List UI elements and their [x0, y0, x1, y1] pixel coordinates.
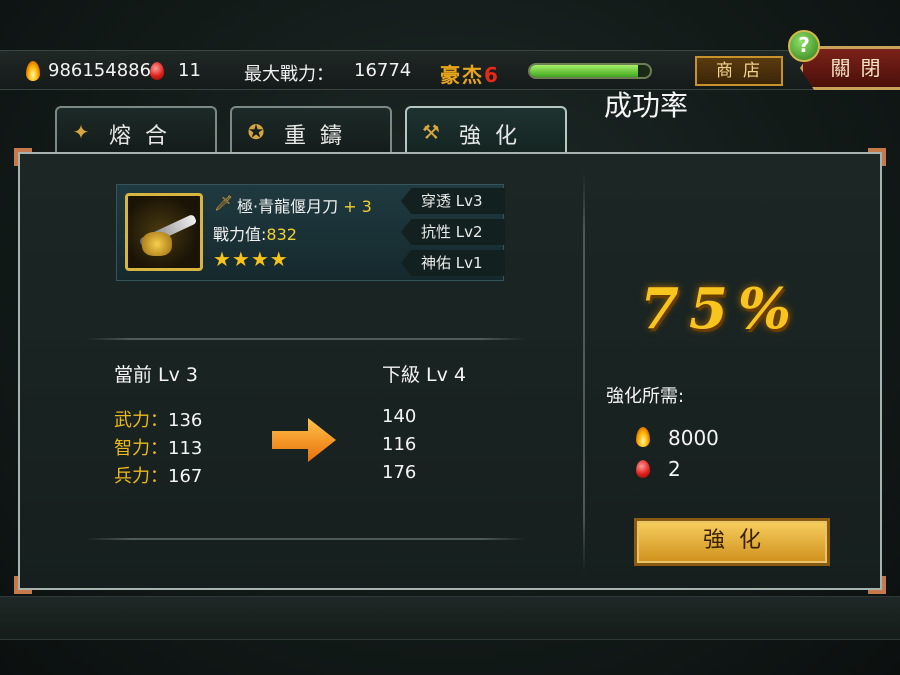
next-level-label: 下級 Lv 4 [382, 364, 466, 386]
exp-progress-fill [530, 65, 638, 77]
item-name-line: 極·青龍偃月刀 + 3 [237, 193, 372, 217]
rank-badge: 豪杰6 [440, 59, 500, 88]
attribute-penetration: 穿透 Lv3 [401, 188, 505, 214]
success-rate-value: 75% [640, 276, 802, 342]
star-rating: ★★★★ [213, 247, 289, 271]
tab-label: 熔合 [109, 124, 182, 149]
tab-fusion[interactable]: ✦ 熔合 [55, 106, 217, 156]
attribute-blessing: 神佑 Lv1 [401, 250, 505, 276]
attribute-resistance: 抗性 Lv2 [401, 219, 505, 245]
max-power-label: 最大戰力： [244, 64, 334, 85]
stat-name: 武力： [114, 410, 168, 431]
stat-name: 智力： [114, 438, 168, 459]
max-power-value: 16774 [354, 60, 412, 81]
gem-icon [150, 62, 164, 80]
stat-value: 113 [168, 438, 203, 459]
help-button[interactable]: ? [788, 30, 820, 62]
sword-icon: 🗡 [214, 194, 234, 212]
arrow-right-icon [272, 418, 336, 462]
corner-ornament [868, 576, 886, 594]
tab-enhance[interactable]: ⚒ 強化 [405, 106, 567, 154]
current-stat-troops: 兵力：167 [114, 462, 202, 488]
corner-ornament [14, 148, 32, 166]
enhance-button[interactable]: 強化 [634, 518, 830, 566]
rank-title: 豪杰 [440, 63, 484, 87]
gold-amount: 986154886 [48, 60, 152, 81]
next-stat-value: 116 [382, 434, 417, 455]
shop-button[interactable]: 商店 [695, 56, 783, 86]
required-gold: 8000 [668, 426, 719, 450]
current-stat-intellect: 智力：113 [114, 434, 202, 460]
fusion-icon: ✦ [72, 120, 90, 144]
requirements-label: 強化所需: [606, 386, 685, 407]
next-stat-value: 176 [382, 462, 417, 483]
exp-progress-bar [528, 63, 652, 79]
corner-ornament [14, 576, 32, 594]
stat-value: 136 [168, 410, 203, 431]
gold-flame-icon [26, 61, 40, 81]
weapon-icon[interactable] [125, 193, 203, 271]
tab-recast[interactable]: ✪ 重鑄 [230, 106, 392, 156]
next-stat-value: 140 [382, 406, 417, 427]
rank-level: 6 [484, 63, 500, 87]
current-stat-force: 武力：136 [114, 406, 202, 432]
gem-amount: 11 [178, 60, 201, 81]
item-plus: + 3 [343, 197, 372, 216]
gold-flame-icon [636, 427, 650, 447]
top-resource-bar: 986154886 11 最大戰力： 16774 豪杰6 商店 [0, 50, 900, 90]
tab-label: 強化 [459, 124, 532, 149]
power-value: 832 [266, 225, 297, 244]
corner-ornament [868, 148, 886, 166]
stat-value: 167 [168, 466, 203, 487]
gem-icon [636, 460, 650, 478]
column-divider [583, 172, 585, 572]
enhance-icon: ⚒ [422, 120, 440, 144]
power-label: 戰力值: [213, 225, 267, 244]
item-card[interactable]: 🗡 極·青龍偃月刀 + 3 戰力值:832 ★★★★ 穿透 Lv3 抗性 Lv2… [116, 184, 505, 281]
divider [86, 538, 526, 540]
item-name: 極·青龍偃月刀 [237, 197, 339, 216]
success-rate-label: 成功率 [604, 89, 689, 122]
stat-name: 兵力： [114, 466, 168, 487]
divider [86, 338, 526, 340]
required-gems: 2 [668, 457, 681, 481]
recast-icon: ✪ [247, 120, 265, 144]
current-level-label: 當前 Lv 3 [114, 364, 198, 386]
bottom-ornament-bar [0, 596, 900, 640]
tab-label: 重鑄 [284, 124, 357, 149]
item-power: 戰力值:832 [213, 221, 297, 245]
